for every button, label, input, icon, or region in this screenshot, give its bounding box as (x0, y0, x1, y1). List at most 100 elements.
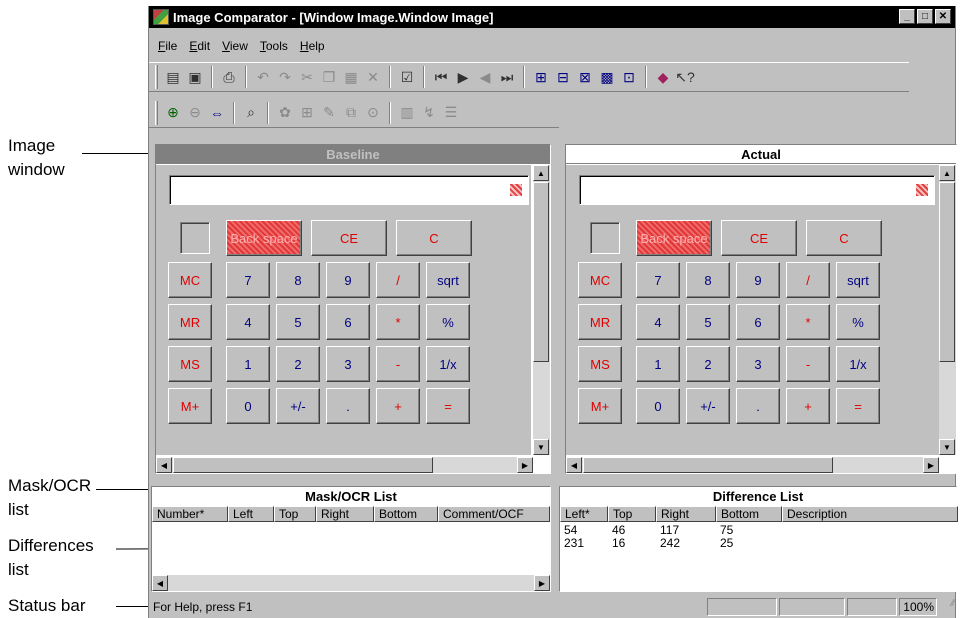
key-equals[interactable]: = (836, 388, 880, 424)
minimize-button[interactable]: _ (899, 9, 915, 24)
key-multiply[interactable]: * (786, 304, 830, 340)
scroll-up-arrow-icon[interactable]: ▲ (939, 165, 955, 181)
key-plus-minus[interactable]: +/- (686, 388, 730, 424)
ms-button[interactable]: MS (578, 346, 622, 382)
key-plus[interactable]: + (376, 388, 420, 424)
baseline-horizontal-scrollbar[interactable]: ◀ ▶ (156, 457, 533, 473)
key-7[interactable]: 7 (226, 262, 270, 298)
compare-all-icon[interactable]: ⊡ (618, 66, 640, 88)
fit-window-icon[interactable]: ⇔ (206, 102, 228, 124)
key-3[interactable]: 3 (326, 346, 370, 382)
menu-view[interactable]: View (216, 36, 254, 56)
previous-difference-icon[interactable]: ◀ (474, 66, 496, 88)
key-reciprocal[interactable]: 1/x (426, 346, 470, 382)
table-row[interactable]: 231 16 242 25 (564, 537, 786, 550)
menu-tools[interactable]: Tools (254, 36, 294, 56)
key-5[interactable]: 5 (686, 304, 730, 340)
toolbar-grip[interactable] (155, 65, 158, 89)
column-comment-ocr[interactable]: Comment/OCF (438, 506, 550, 522)
scroll-thumb[interactable] (583, 457, 833, 473)
compare-icon[interactable]: ⊞ (530, 66, 552, 88)
c-button[interactable]: C (806, 220, 882, 256)
key-sqrt[interactable]: sqrt (836, 262, 880, 298)
actual-pane[interactable]: Actual Back space CE C MC MR MS M+ 7 8 9… (565, 144, 957, 474)
key-6[interactable]: 6 (736, 304, 780, 340)
mask-copy-icon[interactable]: ⧉ (340, 102, 362, 124)
scroll-right-arrow-icon[interactable]: ▶ (517, 457, 533, 473)
backspace-button[interactable]: Back space (226, 220, 302, 256)
actual-horizontal-scrollbar[interactable]: ◀ ▶ (566, 457, 939, 473)
column-left[interactable]: Left* (560, 506, 608, 522)
key-9[interactable]: 9 (326, 262, 370, 298)
list-icon[interactable]: ☰ (440, 102, 462, 124)
key-8[interactable]: 8 (686, 262, 730, 298)
key-decimal[interactable]: . (736, 388, 780, 424)
print-icon[interactable]: ⎙ (218, 66, 240, 88)
column-top[interactable]: Top (274, 506, 316, 522)
mc-button[interactable]: MC (168, 262, 212, 298)
key-4[interactable]: 4 (636, 304, 680, 340)
mask-list-horizontal-scrollbar[interactable]: ◀ ▶ (152, 575, 550, 591)
menu-edit[interactable]: Edit (183, 36, 216, 56)
m-plus-button[interactable]: M+ (168, 388, 212, 424)
key-6[interactable]: 6 (326, 304, 370, 340)
save-icon[interactable]: ▣ (184, 66, 206, 88)
key-decimal[interactable]: . (326, 388, 370, 424)
scroll-right-arrow-icon[interactable]: ▶ (534, 575, 550, 591)
cut-icon[interactable]: ✂ (296, 66, 318, 88)
compare-ocr-icon[interactable]: ⊠ (574, 66, 596, 88)
first-difference-icon[interactable]: ⏮ (430, 66, 452, 88)
menu-file[interactable]: File (152, 36, 183, 56)
scroll-left-arrow-icon[interactable]: ◀ (566, 457, 582, 473)
zoom-out-icon[interactable]: ⊖ (184, 102, 206, 124)
scroll-left-arrow-icon[interactable]: ◀ (156, 457, 172, 473)
key-minus[interactable]: - (376, 346, 420, 382)
key-divide[interactable]: / (786, 262, 830, 298)
scroll-thumb[interactable] (939, 182, 955, 362)
key-2[interactable]: 2 (686, 346, 730, 382)
actual-vertical-scrollbar[interactable]: ▲ ▼ (939, 165, 956, 455)
column-description[interactable]: Description (782, 506, 958, 522)
key-1[interactable]: 1 (636, 346, 680, 382)
key-9[interactable]: 9 (736, 262, 780, 298)
mask-add-icon[interactable]: ⊞ (296, 102, 318, 124)
key-equals[interactable]: = (426, 388, 470, 424)
delete-icon[interactable]: ✕ (362, 66, 384, 88)
difference-list[interactable]: Difference List Left* Top Right Bottom D… (559, 486, 958, 592)
c-button[interactable]: C (396, 220, 472, 256)
key-percent[interactable]: % (426, 304, 470, 340)
scroll-down-arrow-icon[interactable]: ▼ (533, 439, 549, 455)
key-8[interactable]: 8 (276, 262, 320, 298)
undo-icon[interactable]: ↶ (252, 66, 274, 88)
key-4[interactable]: 4 (226, 304, 270, 340)
compare-region-icon[interactable]: ▩ (596, 66, 618, 88)
column-left[interactable]: Left (228, 506, 274, 522)
actual-calculator-image[interactable]: Back space CE C MC MR MS M+ 7 8 9 / sqrt… (566, 165, 941, 455)
close-button[interactable]: ✕ (935, 9, 951, 24)
key-reciprocal[interactable]: 1/x (836, 346, 880, 382)
show-mask-icon[interactable]: ▥ (396, 102, 418, 124)
key-0[interactable]: 0 (636, 388, 680, 424)
mc-button[interactable]: MC (578, 262, 622, 298)
column-number[interactable]: Number* (152, 506, 228, 522)
key-plus-minus[interactable]: +/- (276, 388, 320, 424)
column-top[interactable]: Top (608, 506, 656, 522)
copy-icon[interactable]: ❐ (318, 66, 340, 88)
app-icon[interactable] (153, 9, 169, 25)
title-bar[interactable]: Image Comparator - [Window Image.Window … (149, 6, 955, 28)
scroll-thumb[interactable] (533, 182, 549, 362)
redo-icon[interactable]: ↷ (274, 66, 296, 88)
show-difference-icon[interactable]: ↯ (418, 102, 440, 124)
zoom-in-icon[interactable]: ⊕ (162, 102, 184, 124)
key-2[interactable]: 2 (276, 346, 320, 382)
context-help-icon[interactable]: ↖? (674, 66, 696, 88)
paste-icon[interactable]: ▦ (340, 66, 362, 88)
scroll-thumb[interactable] (173, 457, 433, 473)
column-bottom[interactable]: Bottom (716, 506, 782, 522)
menu-help[interactable]: Help (294, 36, 331, 56)
key-minus[interactable]: - (786, 346, 830, 382)
ocr-icon[interactable]: ⊙ (362, 102, 384, 124)
baseline-vertical-scrollbar[interactable]: ▲ ▼ (533, 165, 550, 455)
last-difference-icon[interactable]: ⏭ (496, 66, 518, 88)
next-difference-icon[interactable]: ▶ (452, 66, 474, 88)
